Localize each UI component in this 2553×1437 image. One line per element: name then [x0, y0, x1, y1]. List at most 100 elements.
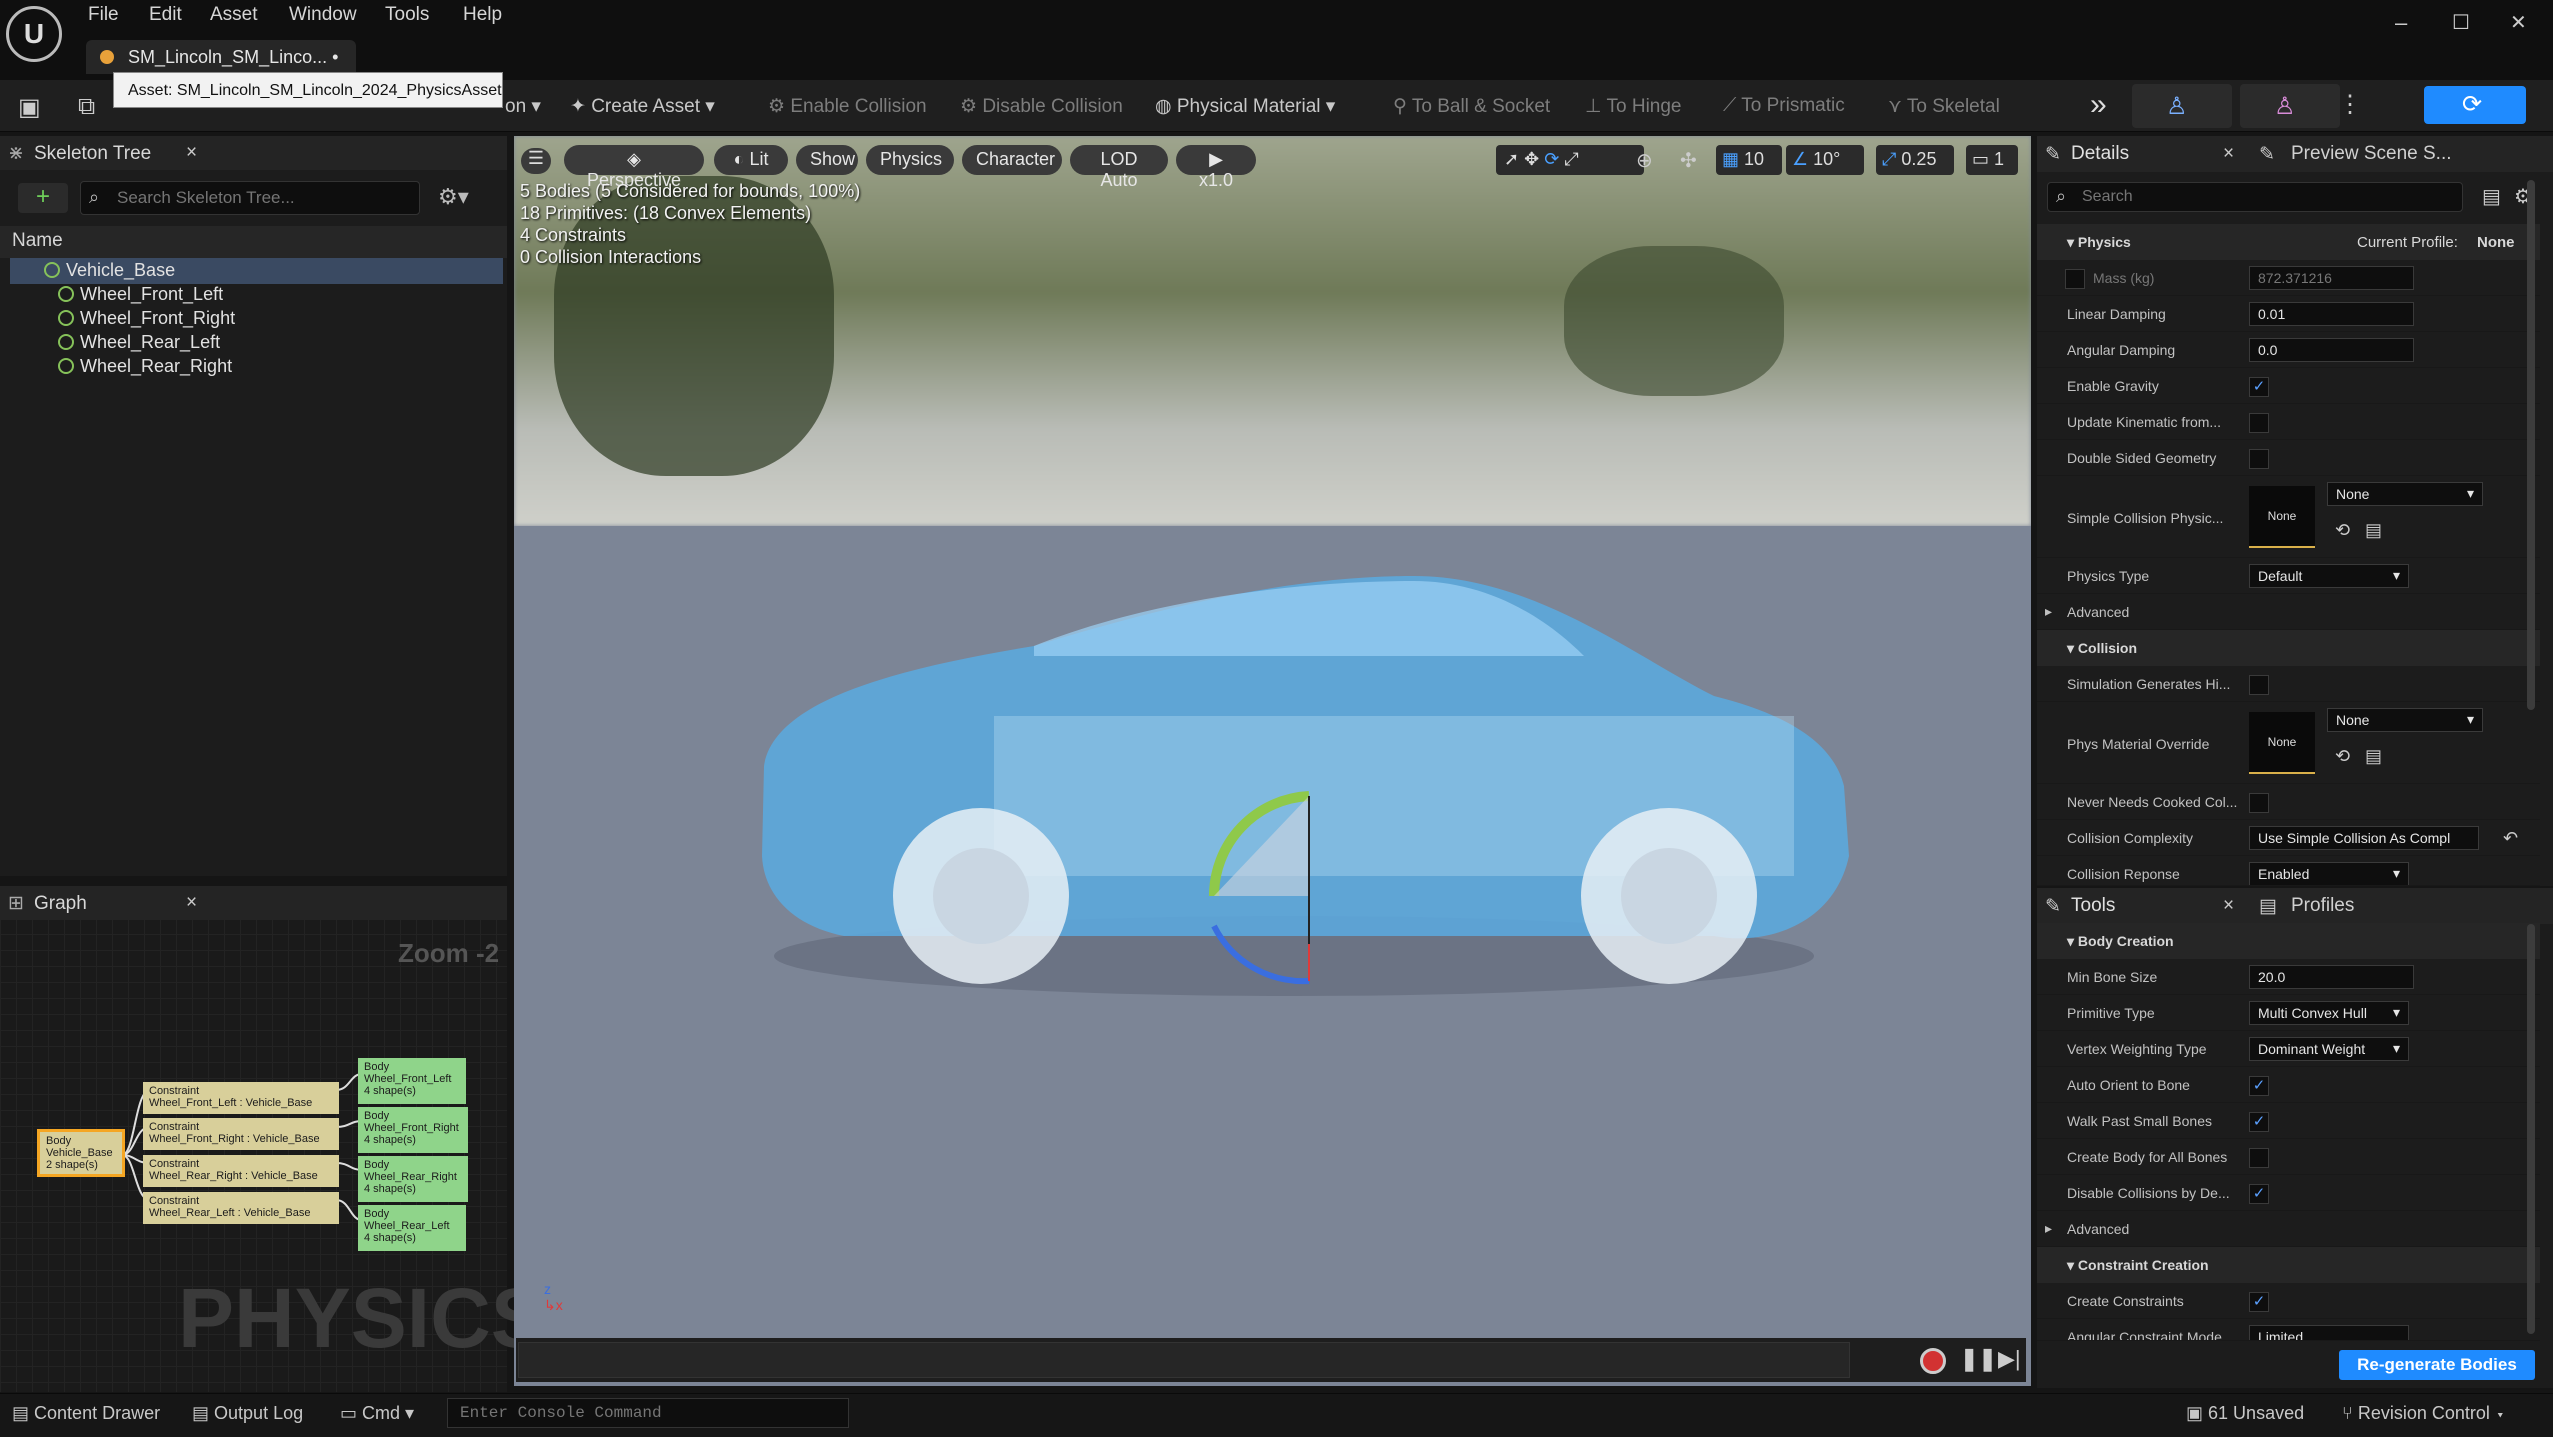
console-command-input[interactable]: [447, 1398, 849, 1428]
use-selected-icon[interactable]: ⟲: [2335, 746, 2350, 767]
minimize-icon[interactable]: –: [2395, 10, 2407, 36]
character-button[interactable]: Character: [962, 145, 1062, 175]
primitive-type-select[interactable]: Multi Convex Hull ▾: [2249, 1001, 2409, 1025]
skeleton-search-input[interactable]: [117, 186, 407, 210]
regenerate-bodies-button[interactable]: Re-generate Bodies: [2339, 1350, 2535, 1380]
sim-generates-hit-checkbox[interactable]: [2249, 675, 2269, 695]
phys-material-thumbnail[interactable]: None: [2249, 712, 2315, 774]
unsaved-button[interactable]: ▣ 61 Unsaved: [2186, 1403, 2304, 1424]
perspective-button[interactable]: ◈ Perspective: [564, 145, 704, 190]
skeleton-search[interactable]: ⌕: [80, 181, 420, 215]
angular-mode-select[interactable]: Limited: [2249, 1325, 2409, 1340]
rotation-snap-button[interactable]: ∠ 10°: [1786, 145, 1864, 175]
tools-title[interactable]: Tools: [2071, 895, 2115, 917]
maximize-icon[interactable]: ☐: [2452, 10, 2470, 35]
move-icon[interactable]: ✥: [1524, 149, 1539, 169]
physics-mode-button[interactable]: ♙: [2240, 84, 2340, 128]
graph-node-body[interactable]: Body Wheel_Front_Right 4 shape(s): [358, 1107, 468, 1153]
menu-tools[interactable]: Tools: [385, 4, 429, 26]
auto-orient-checkbox[interactable]: ✓: [2249, 1076, 2269, 1096]
graph-node-body[interactable]: Body Wheel_Rear_Right 4 shape(s): [358, 1156, 468, 1202]
simulate-button[interactable]: ⟳: [2424, 86, 2526, 124]
physics-view-button[interactable]: Physics: [866, 145, 954, 175]
physics-advanced-row[interactable]: ▸ Advanced: [2037, 594, 2540, 630]
tools-advanced-row[interactable]: ▸ Advanced: [2037, 1211, 2540, 1247]
create-constraints-checkbox[interactable]: ✓: [2249, 1292, 2269, 1312]
skeleton-settings-icon[interactable]: ⚙▾: [438, 184, 469, 210]
details-scrollbar[interactable]: [2527, 180, 2535, 710]
viewport-menu-icon[interactable]: ☰: [521, 148, 551, 174]
content-drawer-button[interactable]: ▤ Content Drawer: [12, 1403, 160, 1424]
scale-snap-button[interactable]: ⤢ 0.25: [1876, 145, 1954, 175]
mass-field[interactable]: 872.371216: [2249, 266, 2414, 290]
tree-row[interactable]: Wheel_Front_Right: [58, 308, 235, 332]
profiles-tab[interactable]: Profiles: [2291, 895, 2354, 917]
min-bone-size-field[interactable]: 20.0: [2249, 965, 2414, 989]
details-search-input[interactable]: [2082, 186, 2452, 208]
menu-edit[interactable]: Edit: [149, 4, 182, 26]
body-creation-section[interactable]: ▾ Body Creation: [2037, 923, 2540, 959]
vertex-weighting-select[interactable]: Dominant Weight ▾: [2249, 1037, 2409, 1061]
step-forward-icon[interactable]: ▶|: [1998, 1346, 2021, 1372]
add-bone-icon[interactable]: +: [18, 183, 68, 213]
to-ball-socket-button[interactable]: ⚲ To Ball & Socket: [1393, 95, 1550, 118]
details-search[interactable]: ⌕: [2047, 182, 2463, 212]
timeline-track[interactable]: [518, 1342, 1850, 1378]
show-button[interactable]: Show: [796, 145, 858, 175]
physical-material-button[interactable]: ◍ Physical Material ▾: [1155, 95, 1335, 118]
to-skeletal-button[interactable]: ⋎ To Skeletal: [1888, 95, 2000, 118]
graph-node-root-body[interactable]: Body Vehicle_Base 2 shape(s): [37, 1129, 125, 1177]
asset-tab[interactable]: SM_Lincoln_SM_Linco... • ×: [86, 40, 356, 88]
constraint-creation-section[interactable]: ▾ Constraint Creation: [2037, 1247, 2540, 1283]
lod-button[interactable]: LOD Auto: [1070, 145, 1168, 190]
menu-file[interactable]: File: [88, 4, 119, 26]
phys-material-select[interactable]: None ▾: [2327, 708, 2483, 732]
grid-snap-button[interactable]: ▦ 10: [1716, 145, 1782, 175]
menu-asset[interactable]: Asset: [210, 4, 258, 26]
update-kinematic-checkbox[interactable]: [2249, 413, 2269, 433]
mass-override-checkbox[interactable]: [2065, 269, 2085, 289]
preview-scene-tab[interactable]: Preview Scene S...: [2291, 143, 2452, 165]
pause-icon[interactable]: ❚❚: [1960, 1346, 1997, 1372]
physics-section[interactable]: ▾ Physics Current Profile: None: [2037, 224, 2540, 260]
enable-collision-button[interactable]: ⚙ Enable Collision: [768, 95, 927, 118]
toolbar-overflow-icon[interactable]: »: [2090, 88, 2107, 122]
current-profile-value[interactable]: None: [2477, 234, 2515, 251]
graph-close-icon[interactable]: ×: [186, 892, 197, 914]
scale-icon[interactable]: ⤢: [1564, 149, 1578, 169]
lit-button[interactable]: ◐ Lit: [714, 145, 788, 175]
surface-snap-icon[interactable]: ✣: [1680, 148, 1697, 173]
to-prismatic-button[interactable]: ⟋ To Prismatic: [1723, 95, 1845, 117]
revision-control-button[interactable]: ⑂ Revision Control ▾: [2342, 1403, 2506, 1424]
collision-section[interactable]: ▾ Collision: [2037, 630, 2540, 666]
browse-icon[interactable]: ▤: [2365, 520, 2382, 541]
skeleton-mode-button[interactable]: ♙: [2132, 84, 2232, 128]
details-title[interactable]: Details: [2071, 143, 2129, 165]
record-icon[interactable]: [1920, 1348, 1946, 1374]
more-options-icon[interactable]: ⋮: [2338, 90, 2362, 119]
reset-to-default-icon[interactable]: ↶: [2503, 828, 2518, 849]
output-log-button[interactable]: ▤ Output Log: [192, 1403, 303, 1424]
toolbar-partial-button[interactable]: on ▾: [505, 95, 541, 118]
graph-node-constraint[interactable]: Constraint Wheel_Front_Left : Vehicle_Bas…: [143, 1082, 339, 1114]
browse-asset-icon[interactable]: ⧉: [78, 93, 95, 121]
double-sided-checkbox[interactable]: [2249, 449, 2269, 469]
save-icon[interactable]: ▣: [18, 93, 41, 122]
tools-scrollbar[interactable]: [2527, 924, 2535, 1334]
create-asset-button[interactable]: ✦ Create Asset ▾: [570, 95, 715, 118]
linear-damping-field[interactable]: 0.01: [2249, 302, 2414, 326]
walk-past-checkbox[interactable]: ✓: [2249, 1112, 2269, 1132]
close-window-icon[interactable]: ✕: [2510, 10, 2527, 35]
select-icon[interactable]: ➚: [1504, 149, 1519, 169]
physics-type-select[interactable]: Default ▾: [2249, 564, 2409, 588]
menu-window[interactable]: Window: [289, 4, 357, 26]
menu-help[interactable]: Help: [463, 4, 502, 26]
play-speed-button[interactable]: ▶ x1.0: [1176, 145, 1256, 190]
graph-node-constraint[interactable]: Constraint Wheel_Front_Right : Vehicle_Ba…: [143, 1118, 339, 1150]
to-hinge-button[interactable]: ⊥ To Hinge: [1585, 95, 1682, 118]
tree-row[interactable]: Vehicle_Base: [44, 260, 175, 284]
angular-damping-field[interactable]: 0.0: [2249, 338, 2414, 362]
rotate-icon[interactable]: ⟳: [1544, 149, 1559, 169]
disable-collision-button[interactable]: ⚙ Disable Collision: [960, 95, 1123, 118]
collision-complexity-select[interactable]: Use Simple Collision As Compl: [2249, 826, 2479, 850]
